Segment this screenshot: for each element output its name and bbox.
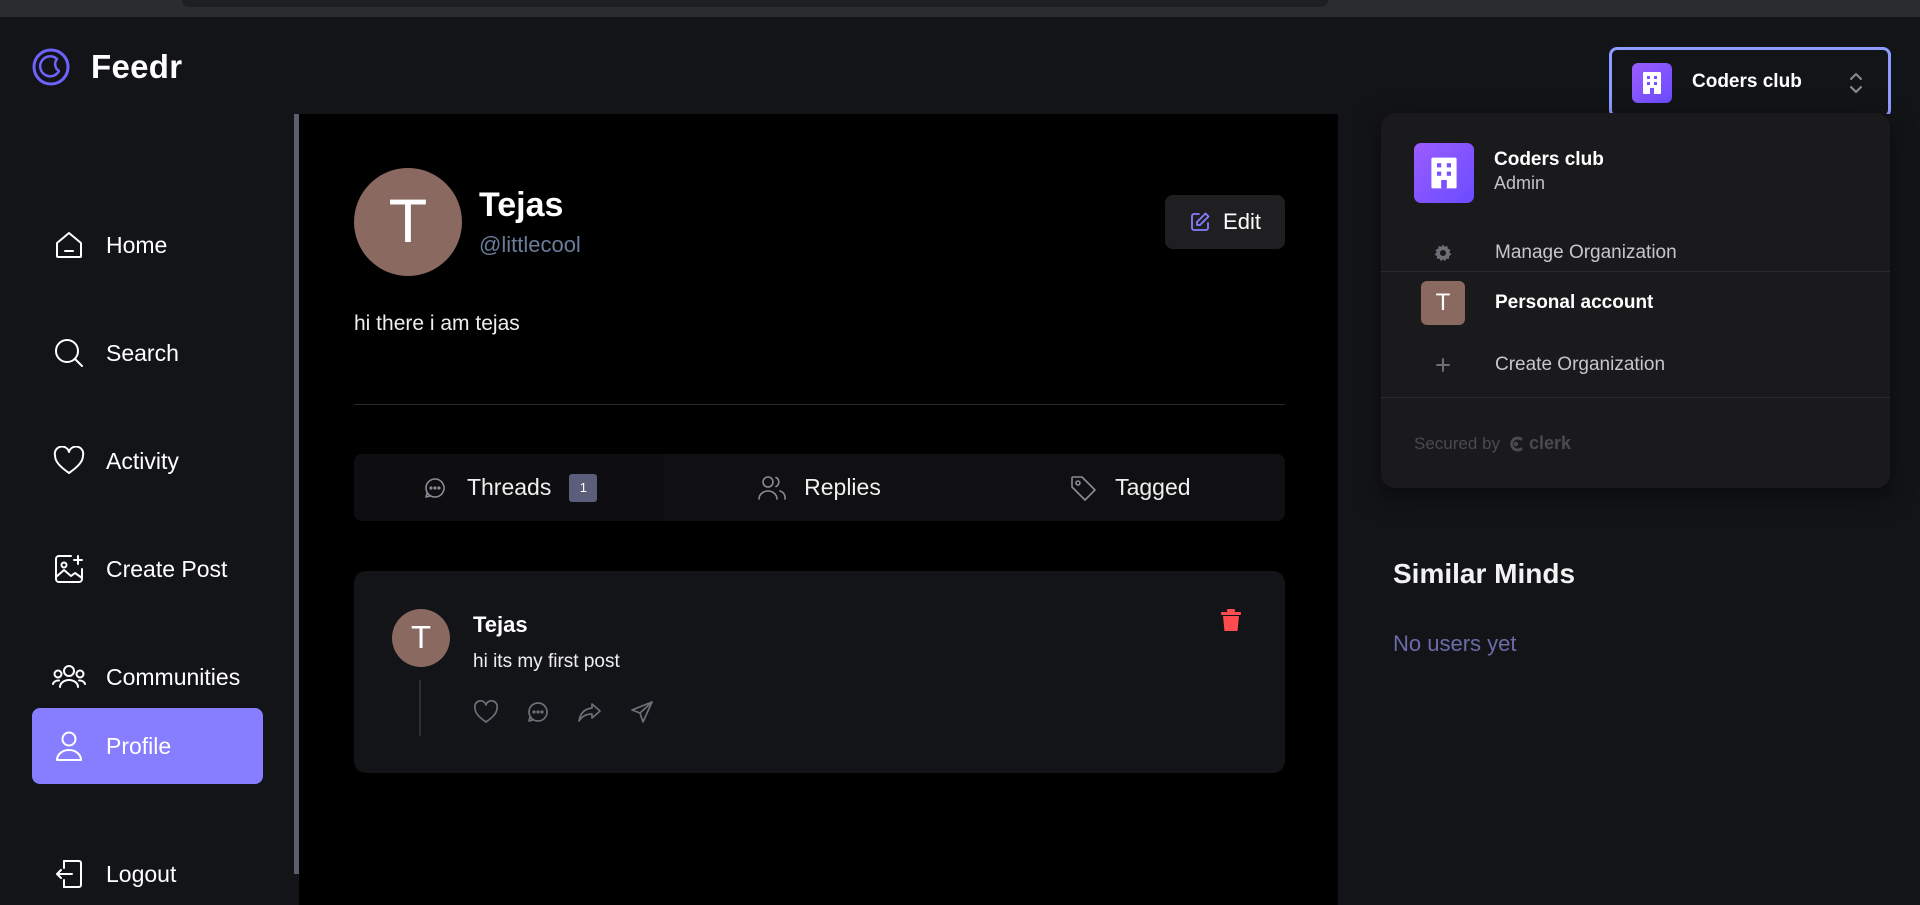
delete-icon[interactable]: [1220, 608, 1242, 632]
profile-handle: @littlecool: [479, 232, 581, 257]
user-icon: [52, 729, 86, 763]
org-switcher-button[interactable]: Coders club: [1609, 47, 1891, 118]
search-icon: [52, 336, 86, 370]
tab-replies[interactable]: Replies: [664, 454, 974, 521]
sidebar-item-label: Activity: [106, 447, 179, 474]
sidebar-item-profile[interactable]: Profile: [32, 708, 263, 784]
sidebar-item-communities[interactable]: Communities: [32, 639, 263, 715]
plus-icon: [1421, 343, 1465, 387]
share-icon[interactable]: [629, 699, 655, 725]
tag-icon: [1069, 474, 1097, 502]
manage-organization-button[interactable]: Manage Organization: [1381, 225, 1890, 281]
building-icon: [1414, 143, 1474, 203]
similar-minds-title: Similar Minds: [1393, 558, 1576, 589]
similar-minds-empty: No users yet: [1393, 631, 1517, 656]
active-org-role: Admin: [1494, 173, 1546, 193]
brand-name[interactable]: Feedr: [91, 47, 182, 87]
edit-button-label: Edit: [1223, 209, 1261, 234]
personal-account-label: Personal account: [1495, 292, 1654, 313]
post-content: hi its my first post: [473, 651, 620, 672]
tab-label: Replies: [804, 474, 881, 500]
thread-card: T Tejas hi its my first post: [354, 571, 1285, 773]
logout-icon: [52, 857, 86, 891]
clerk-icon: [1510, 436, 1523, 451]
sidebar-item-create-post[interactable]: Create Post: [32, 531, 263, 607]
sidebar-item-label: Logout: [106, 860, 177, 887]
profile-main: T Tejas @littlecool Edit hi there i am t…: [299, 114, 1338, 905]
heart-icon: [52, 444, 86, 478]
tab-label: Threads: [466, 474, 552, 500]
left-sidebar: Home Search Activity Create Post Communi…: [0, 114, 299, 905]
active-org-name: Coders club: [1494, 149, 1604, 170]
sidebar-item-search[interactable]: Search: [32, 315, 263, 391]
topbar: Feedr Coders club: [0, 17, 1920, 118]
post-actions: [473, 699, 655, 725]
chevron-up-down-icon: [1850, 73, 1862, 93]
tab-tagged[interactable]: Tagged: [975, 454, 1285, 521]
thread-line: [419, 680, 421, 736]
chat-bubble-icon: [421, 474, 449, 502]
divider: [1381, 397, 1890, 398]
divider: [1381, 271, 1890, 272]
clerk-logo[interactable]: clerk: [1508, 433, 1571, 454]
building-icon: [1632, 63, 1672, 103]
sidebar-item-label: Search: [106, 339, 179, 366]
browser-address-bar[interactable]: [182, 0, 1328, 7]
tab-threads[interactable]: Threads 1: [354, 454, 665, 521]
home-icon: [52, 228, 86, 262]
edit-profile-button[interactable]: Edit: [1165, 195, 1285, 249]
org-switcher-dropdown: Coders club Admin Manage Organization T …: [1381, 113, 1890, 488]
secured-by-footer: Secured by clerk: [1414, 433, 1571, 454]
tab-label: Tagged: [1115, 474, 1191, 500]
logout-button[interactable]: Logout: [32, 836, 263, 905]
repost-icon[interactable]: [577, 699, 603, 725]
post-author-name[interactable]: Tejas: [473, 612, 528, 638]
sidebar-item-label: Profile: [106, 732, 172, 759]
org-switcher-name: Coders club: [1692, 71, 1802, 92]
personal-account-avatar: T: [1421, 281, 1465, 325]
personal-account-item[interactable]: T Personal account: [1381, 275, 1890, 331]
sidebar-item-activity[interactable]: Activity: [32, 423, 263, 499]
edit-icon: [1191, 212, 1210, 231]
gear-icon: [1421, 231, 1465, 275]
profile-bio: hi there i am tejas: [354, 312, 520, 335]
users-icon: [758, 474, 786, 502]
heart-icon[interactable]: [473, 699, 499, 725]
right-sidebar: Coders club Admin Manage Organization T …: [1338, 113, 1920, 905]
users-icon: [52, 660, 86, 694]
create-organization-label: Create Organization: [1495, 354, 1666, 375]
sidebar-item-home[interactable]: Home: [32, 207, 263, 283]
clerk-brand-text: clerk: [1529, 433, 1572, 453]
post-author-avatar[interactable]: T: [392, 609, 450, 667]
reply-icon[interactable]: [525, 699, 551, 725]
profile-avatar: T: [354, 168, 462, 276]
logo-icon[interactable]: [31, 47, 71, 87]
manage-organization-label: Manage Organization: [1495, 242, 1677, 263]
divider: [354, 404, 1285, 405]
sidebar-item-label: Communities: [106, 663, 241, 690]
secured-by-label: Secured by: [1414, 433, 1500, 453]
browser-tabstrip: [0, 0, 1920, 17]
sidebar-item-label: Home: [106, 231, 168, 258]
sidebar-item-label: Create Post: [106, 555, 228, 582]
create-organization-button[interactable]: Create Organization: [1381, 337, 1890, 393]
profile-tabs: Threads 1 Replies Tagged: [354, 454, 1285, 521]
image-plus-icon: [52, 552, 86, 586]
threads-count-badge: 1: [569, 473, 598, 502]
profile-name: Tejas: [479, 186, 564, 224]
